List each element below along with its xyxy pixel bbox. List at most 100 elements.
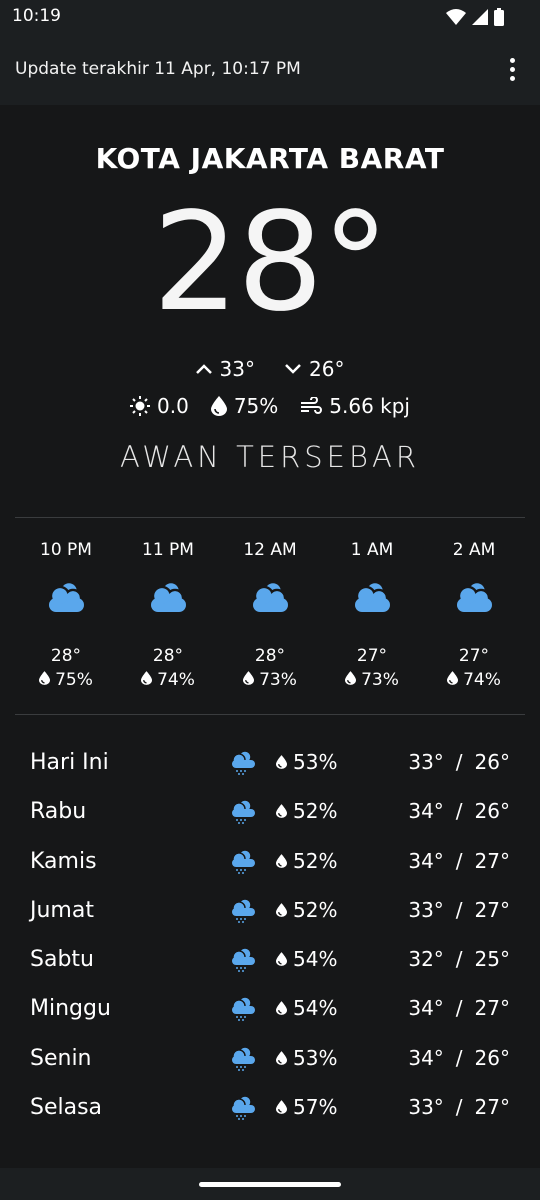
temp-separator: / (455, 799, 463, 824)
app-bar: Update terakhir 11 Apr, 10:17 PM (0, 34, 540, 105)
day-low: 27° (474, 996, 510, 1021)
daily-row: Kamis 52% 34° / 27° (30, 839, 510, 888)
day-name: Selasa (30, 1095, 103, 1121)
droplet-icon (345, 670, 357, 690)
day-humidity: 54% (276, 947, 337, 971)
temp-separator: / (455, 848, 463, 873)
high-low-row: 33° 26° (0, 357, 540, 381)
droplet-icon (276, 947, 287, 971)
hour-temp: 28° (254, 646, 286, 666)
day-name: Hari Ini (30, 750, 109, 775)
daily-row: Minggu 54% 34° / 27° (30, 986, 510, 1035)
temp-separator: / (455, 996, 463, 1021)
rain-cloud-icon (230, 848, 256, 879)
droplet-icon (210, 396, 227, 416)
high-temp: 33° (195, 357, 255, 381)
hour-humidity-value: 73% (259, 670, 297, 690)
hour-humidity-value: 74% (157, 670, 195, 690)
hour-temp: 28° (50, 646, 82, 666)
weather-description: AWAN TERSEBAR (120, 440, 420, 474)
day-humidity-value: 53% (293, 1045, 338, 1070)
temp-separator: / (455, 947, 463, 972)
day-high: 34° (408, 799, 444, 824)
menu-dot-icon (509, 57, 515, 63)
day-temps: 33° / 27° (408, 898, 510, 922)
day-low: 26° (474, 1045, 510, 1070)
rain-cloud-icon (230, 750, 256, 780)
hour-humidity-value: 74% (463, 670, 501, 690)
droplet-icon (276, 1046, 287, 1070)
droplet-icon (141, 670, 153, 690)
day-temps: 34° / 27° (408, 996, 510, 1020)
day-high: 34° (408, 848, 444, 873)
day-name: Kamis (30, 848, 97, 874)
day-humidity: 57% (276, 1095, 337, 1119)
day-temps: 32° / 25° (408, 947, 510, 971)
hour-humidity: 73% (345, 670, 399, 690)
hour-humidity: 73% (243, 670, 297, 690)
day-humidity-value: 52% (293, 799, 338, 824)
high-temp-value: 33° (219, 357, 255, 381)
day-high: 33° (408, 897, 444, 922)
day-name: Rabu (30, 799, 87, 825)
droplet-icon (276, 849, 287, 873)
day-temps: 34° / 26° (408, 799, 510, 823)
navigation-bar (0, 1168, 540, 1200)
droplet-icon (39, 670, 51, 690)
cloud-icon (147, 580, 189, 630)
city-name: KOTA JAKARTA BARAT (95, 142, 445, 175)
wind: 5.66 kpj (300, 394, 410, 418)
humidity-value: 75% (233, 394, 279, 418)
wind-icon (301, 397, 323, 414)
hour-item: 10 PM 28° 75% (15, 540, 117, 690)
overflow-menu-button[interactable] (502, 54, 522, 84)
droplet-icon (447, 670, 459, 690)
cloud-icon (249, 580, 291, 630)
day-humidity-value: 54% (293, 996, 338, 1021)
droplet-icon (276, 996, 287, 1020)
menu-dot-icon (509, 75, 515, 81)
chevron-down-icon (285, 364, 301, 374)
hour-humidity: 75% (39, 670, 93, 690)
uv-index: 0.0 (130, 394, 189, 418)
cloud-icon (453, 580, 495, 630)
hour-humidity-value: 75% (55, 670, 93, 690)
day-humidity: 52% (276, 849, 337, 873)
hour-time: 10 PM (40, 540, 92, 560)
status-bar: 10:19 (0, 0, 540, 34)
temp-separator: / (455, 1095, 463, 1120)
last-update-text: Update terakhir 11 Apr, 10:17 PM (15, 59, 301, 79)
hour-temp: 28° (152, 646, 184, 666)
humidity: 75% (210, 394, 279, 418)
day-humidity-value: 53% (293, 750, 338, 774)
day-low: 27° (474, 848, 510, 873)
hour-time: 11 PM (142, 540, 194, 560)
uv-value: 0.0 (157, 394, 189, 418)
daily-row: Senin 53% 34° / 26° (30, 1036, 510, 1085)
day-name: Sabtu (30, 947, 94, 973)
divider (15, 517, 525, 518)
daily-row: Hari Ini 53% 33° / 26° (30, 740, 510, 789)
rain-cloud-icon (230, 1095, 256, 1125)
rain-cloud-icon (230, 1046, 256, 1076)
hourly-forecast[interactable]: 10 PM 28° 75% 11 PM 28° 74% 12 AM 28° 73… (15, 540, 525, 690)
day-humidity: 53% (276, 1046, 337, 1070)
droplet-icon (276, 1095, 287, 1119)
status-icons (446, 8, 504, 26)
day-temps: 34° / 27° (408, 849, 510, 873)
battery-icon (494, 8, 504, 26)
day-humidity: 52% (276, 898, 337, 922)
hour-time: 2 AM (452, 540, 496, 560)
menu-dot-icon (509, 66, 515, 72)
hour-item: 12 AM 28° 73% (219, 540, 321, 690)
day-high: 34° (408, 996, 444, 1021)
status-time: 10:19 (12, 6, 61, 26)
current-temperature-value: 28° (152, 184, 389, 342)
day-name: Minggu (30, 996, 111, 1022)
cloud-icon (351, 580, 393, 630)
day-temps: 33° / 27° (408, 1095, 510, 1119)
daily-row: Selasa 57% 33° / 27° (30, 1085, 510, 1134)
home-handle[interactable] (199, 1182, 341, 1187)
day-humidity-value: 54% (293, 947, 338, 972)
rain-cloud-icon (230, 996, 256, 1026)
